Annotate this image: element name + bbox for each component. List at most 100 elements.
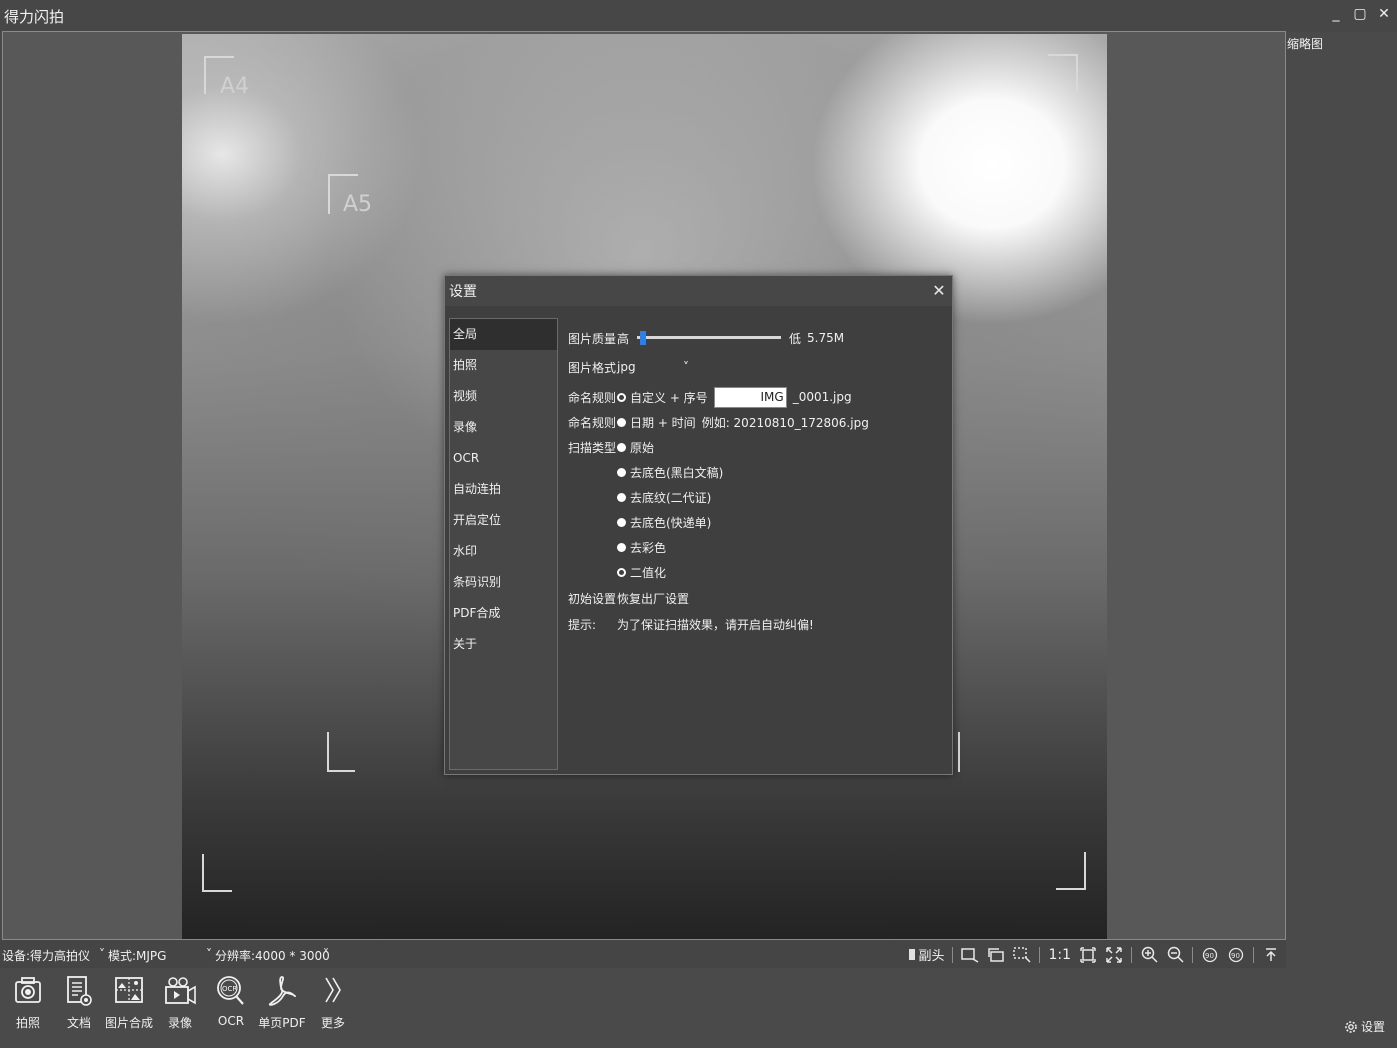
- format-select[interactable]: jpg ˅: [617, 360, 689, 374]
- name-suffix-label: _0001.jpg: [792, 390, 852, 404]
- naming-custom-radio[interactable]: [617, 392, 626, 402]
- divider: [1253, 946, 1254, 963]
- paper-label-a5: A5: [343, 192, 373, 217]
- naming-date-row: 命名规则 日期 + 时间 例如: 20210810_172806.jpg: [568, 412, 869, 432]
- format-value: jpg: [617, 360, 636, 374]
- record-button[interactable]: 录像: [155, 974, 205, 1031]
- factory-reset-button[interactable]: 恢复出厂设置: [617, 590, 689, 607]
- format-label: 图片格式: [568, 360, 617, 375]
- scan-type-radio[interactable]: [617, 467, 626, 477]
- nav-item-watermark[interactable]: 水印: [450, 536, 557, 567]
- scan-type-radio[interactable]: [617, 442, 626, 452]
- single-pdf-button[interactable]: 单页PDF: [257, 974, 307, 1031]
- scan-type-row-4: 去彩色: [617, 537, 666, 557]
- nav-item-auto-burst[interactable]: 自动连拍: [450, 474, 557, 505]
- thumbnail-panel-label: 缩略图: [1287, 37, 1324, 51]
- nav-item-positioning[interactable]: 开启定位: [450, 505, 557, 536]
- quality-slider[interactable]: [637, 328, 782, 348]
- a4-corner-bottom-right: [1056, 852, 1086, 890]
- rotate-90-reverse-icon[interactable]: 90: [1227, 946, 1245, 964]
- sub-camera-label: 副头: [918, 949, 945, 964]
- scan-type-label: 扫描类型: [568, 440, 617, 455]
- document-label: 文档: [66, 1016, 91, 1030]
- a5-corner-bottom-right: [956, 732, 960, 772]
- name-prefix-input[interactable]: [713, 386, 787, 408]
- sub-camera-toggle[interactable]: 副头: [909, 945, 944, 964]
- more-button[interactable]: 更多: [308, 974, 358, 1031]
- scan-type-radio[interactable]: [617, 492, 626, 502]
- fullscreen-icon[interactable]: [1105, 946, 1123, 964]
- svg-text:90: 90: [1231, 952, 1240, 960]
- nav-item-global[interactable]: 全局: [450, 319, 557, 350]
- nav-item-pdf-merge[interactable]: PDF合成: [450, 598, 557, 629]
- scan-type-option: 原始: [630, 440, 655, 455]
- view-tools: 副头 1:1 90 90: [909, 945, 1280, 964]
- file-size-label: 5.75M: [807, 331, 845, 345]
- quality-row: 图片质量 高 低 5.75M: [568, 328, 844, 348]
- ocr-button[interactable]: OCR OCR: [206, 974, 256, 1028]
- quality-high-label: 高: [617, 331, 630, 346]
- title-bar: 得力闪拍 _ ▢ ✕: [0, 0, 1397, 32]
- resolution-field[interactable]: 分辨率:4000 * 3000: [215, 947, 330, 964]
- divider: [952, 946, 954, 963]
- mode-field[interactable]: 模式:MJPG: [108, 947, 166, 964]
- tip-text: 为了保证扫描效果，请开启自动纠偏!: [617, 617, 814, 632]
- paper-label-a4: A4: [220, 74, 250, 99]
- nav-item-ocr[interactable]: OCR: [450, 443, 557, 474]
- nav-item-video[interactable]: 视频: [450, 381, 557, 412]
- record-label: 录像: [167, 1016, 192, 1030]
- dialog-header: 设置: [445, 276, 952, 306]
- nav-item-recording[interactable]: 录像: [450, 412, 557, 443]
- scan-type-radio[interactable]: [617, 567, 626, 577]
- naming-custom-option: 自定义 + 序号: [630, 390, 708, 405]
- settings-label: 设置: [1360, 1020, 1385, 1034]
- scan-type-row-2: 去底纹(二代证): [617, 487, 711, 507]
- document-button[interactable]: 文档: [54, 974, 104, 1031]
- a4-corner-bottom-left: [202, 854, 232, 892]
- chevron-down-icon: ˅: [683, 360, 689, 374]
- rotate-left-icon[interactable]: [961, 946, 979, 964]
- tip-row: 提示: 为了保证扫描效果，请开启自动纠偏!: [568, 614, 814, 634]
- pdf-icon: [268, 976, 296, 1006]
- dialog-close-button[interactable]: ✕: [930, 282, 948, 300]
- minimize-button[interactable]: _: [1329, 6, 1343, 22]
- crop-select-icon[interactable]: [1013, 946, 1031, 964]
- scan-type-radio[interactable]: [617, 517, 626, 527]
- mode-dropdown-caret[interactable]: ˅: [206, 947, 212, 961]
- nav-item-barcode[interactable]: 条码识别: [450, 567, 557, 598]
- scan-type-option: 去底色(黑白文稿): [630, 465, 724, 480]
- rotate-right-icon[interactable]: [987, 946, 1005, 964]
- window-controls: _ ▢ ✕: [1329, 6, 1391, 22]
- scan-type-radio[interactable]: [617, 542, 626, 552]
- quality-low-label: 低: [789, 331, 802, 346]
- naming-date-option: 日期 + 时间: [630, 415, 696, 430]
- nav-item-about[interactable]: 关于: [450, 629, 557, 660]
- status-bar: 设备:得力高拍仪 ˅ 模式:MJPG ˅ 分辨率:4000 * 3000 ˅ 副…: [0, 940, 1286, 968]
- divider: [1192, 946, 1193, 963]
- init-label: 初始设置: [568, 591, 617, 606]
- scan-type-row-3: 去底色(快递单): [617, 512, 711, 532]
- zoom-out-icon[interactable]: [1166, 946, 1184, 964]
- actual-size-button[interactable]: 1:1: [1048, 947, 1071, 963]
- naming-date-radio[interactable]: [617, 417, 626, 427]
- close-window-button[interactable]: ✕: [1377, 6, 1391, 22]
- image-merge-button[interactable]: 图片合成: [104, 974, 154, 1031]
- fit-window-icon[interactable]: [1079, 946, 1097, 964]
- scan-type-option: 去底纹(二代证): [630, 490, 712, 505]
- scan-type-row-0: 扫描类型 原始: [568, 437, 654, 457]
- rotate-90-icon[interactable]: 90: [1201, 946, 1219, 964]
- device-dropdown-caret[interactable]: ˅: [99, 947, 105, 961]
- slider-thumb[interactable]: [640, 331, 647, 345]
- capture-button[interactable]: 拍照: [3, 974, 53, 1031]
- init-row: 初始设置 恢复出厂设置: [568, 588, 689, 608]
- naming-date-example: 例如: 20210810_172806.jpg: [701, 415, 869, 430]
- format-row: 图片格式 jpg ˅: [568, 357, 689, 377]
- resolution-dropdown-caret[interactable]: ˅: [323, 947, 329, 961]
- maximize-button[interactable]: ▢: [1353, 6, 1367, 22]
- collapse-up-icon[interactable]: [1262, 946, 1280, 964]
- svg-text:90: 90: [1205, 952, 1214, 960]
- settings-button[interactable]: 设置: [1344, 1018, 1385, 1035]
- nav-item-capture[interactable]: 拍照: [450, 350, 557, 381]
- image-merge-label: 图片合成: [104, 1016, 153, 1030]
- zoom-in-icon[interactable]: [1140, 946, 1158, 964]
